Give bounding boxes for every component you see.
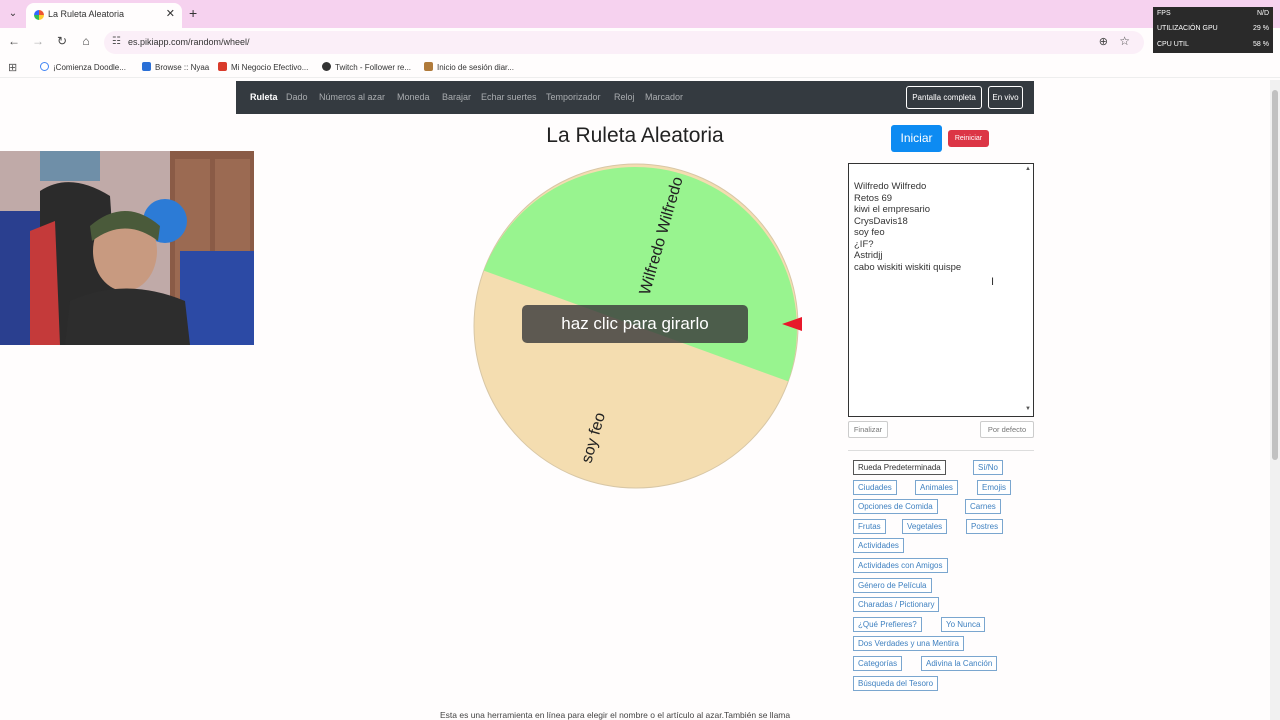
zoom-icon[interactable]: ⊕: [1099, 35, 1108, 48]
textarea-scroll-down-icon[interactable]: ▼: [1025, 406, 1031, 412]
preset-categorias[interactable]: Categorías: [853, 656, 903, 671]
page-title: La Ruleta Aleatoria: [546, 124, 724, 147]
preset-ciudades[interactable]: Ciudades: [853, 480, 897, 495]
preset-carnes[interactable]: Carnes: [965, 499, 1001, 514]
nav-link-ruleta[interactable]: Ruleta: [250, 92, 278, 102]
nav-link-moneda[interactable]: Moneda: [397, 92, 430, 102]
name-entry: Retos 69: [854, 192, 893, 204]
preset-que-prefieres[interactable]: ¿Qué Prefieres?: [853, 617, 922, 632]
tab-search-icon[interactable]: ⌄: [6, 7, 20, 21]
bookmark-item[interactable]: Inicio de sesión diar...: [424, 62, 514, 72]
perf-value: 58 %: [1253, 41, 1269, 48]
bookmark-item[interactable]: Twitch - Follower re...: [322, 62, 411, 72]
preset-actividades[interactable]: Actividades: [853, 538, 904, 553]
nav-link-barajar[interactable]: Barajar: [442, 92, 471, 102]
preset-actividades-amigos[interactable]: Actividades con Amigos: [853, 558, 948, 573]
bookmark-star-icon[interactable]: ☆: [1119, 34, 1130, 48]
tab-close-icon[interactable]: ✕: [166, 7, 175, 20]
bookmark-item[interactable]: Mi Negocio Efectivo...: [218, 62, 308, 72]
browser-tab[interactable]: La Ruleta Aleatoria ✕: [26, 3, 182, 28]
new-tab-icon[interactable]: +: [189, 5, 197, 21]
default-button[interactable]: Por defecto: [980, 421, 1034, 438]
nyaa-icon: [142, 62, 151, 71]
tab-title: La Ruleta Aleatoria: [48, 9, 125, 19]
name-entry: ¿IF?: [854, 238, 874, 250]
preset-dos-verdades[interactable]: Dos Verdades y una Mentira: [853, 636, 964, 651]
name-entry: soy feo: [854, 227, 885, 238]
preset-animales[interactable]: Animales: [915, 480, 958, 495]
name-entry: kiwi el empresario: [854, 204, 931, 215]
preset-adivina-cancion[interactable]: Adivina la Canción: [921, 656, 998, 671]
bookmark-item[interactable]: ¡Comienza Doodle...: [40, 62, 126, 72]
perf-label: UTILIZACIÓN GPU: [1157, 25, 1218, 32]
spin-prompt[interactable]: haz clic para girarlo: [522, 305, 748, 343]
text-cursor-icon: I: [991, 276, 995, 288]
names-textarea[interactable]: Wilfredo Wilfredo Retos 69 kiwi el empre…: [848, 163, 1034, 417]
preset-si-no[interactable]: Sí/No: [973, 460, 1004, 475]
webcam-image: [0, 151, 254, 345]
bookmark-label: ¡Comienza Doodle...: [53, 63, 126, 72]
perf-row: CPU UTIL 58 %: [1157, 41, 1269, 53]
finish-button[interactable]: Finalizar: [848, 421, 888, 438]
webcam-overlay: [0, 151, 254, 345]
url-text: es.pikiapp.com/random/wheel/: [128, 37, 250, 47]
name-entry: Wilfredo Wilfredo: [854, 181, 927, 192]
preset-busqueda-tesoro[interactable]: Búsqueda del Tesoro: [853, 676, 939, 691]
fullscreen-button[interactable]: Pantalla completa: [906, 86, 982, 109]
preset-rueda-predeterminada[interactable]: Rueda Predeterminada: [853, 460, 946, 475]
divider: [848, 450, 1034, 451]
perf-label: CPU UTIL: [1157, 41, 1189, 48]
perf-row: FPS N/D: [1157, 10, 1269, 22]
bookmark-item[interactable]: Browse :: Nyaa: [142, 62, 209, 72]
login-icon: [424, 62, 433, 71]
footer-description: Esta es una herramienta en línea para el…: [440, 710, 791, 720]
nav-link-numeros[interactable]: Números al azar: [319, 92, 385, 102]
preset-emojis[interactable]: Emojis: [977, 480, 1012, 495]
url-input[interactable]: ☷ es.pikiapp.com/random/wheel/ ⊕ ☆: [104, 31, 1144, 54]
site-navbar: Ruleta Dado Números al azar Moneda Baraj…: [236, 81, 1034, 114]
apps-grid-icon[interactable]: ⊞: [8, 61, 17, 74]
preset-postres[interactable]: Postres: [966, 519, 1004, 534]
bookmark-label: Browse :: Nyaa: [155, 63, 210, 72]
twitch-icon: [322, 62, 331, 71]
reload-icon[interactable]: ↻: [54, 34, 70, 48]
name-entry: cabo wiskiti wiskiti quispe: [854, 261, 962, 273]
name-entry: CrysDavis18: [854, 215, 908, 227]
home-icon[interactable]: ⌂: [78, 34, 94, 48]
address-bar: ← → ↻ ⌂ ☷ es.pikiapp.com/random/wheel/ ⊕…: [0, 28, 1280, 56]
textarea-scroll-up-icon[interactable]: ▲: [1025, 166, 1031, 172]
preset-vegetales[interactable]: Vegetales: [902, 519, 948, 534]
perf-value: N/D: [1256, 10, 1269, 17]
perf-row: UTILIZACIÓN GPU 29 %: [1157, 25, 1269, 37]
name-entry: Astridjj: [854, 250, 883, 261]
live-button[interactable]: En vivo: [988, 86, 1023, 109]
bookmark-label: Mi Negocio Efectivo...: [231, 63, 309, 72]
nav-link-reloj[interactable]: Reloj: [614, 92, 635, 102]
perf-value: 29 %: [1253, 25, 1269, 32]
performance-overlay: FPS N/D UTILIZACIÓN GPU 29 % CPU UTIL 58 %: [1153, 7, 1273, 53]
nav-link-echar-suertes[interactable]: Echar suertes: [481, 92, 537, 102]
nav-link-temporizador[interactable]: Temporizador: [546, 92, 601, 102]
nav-link-marcador[interactable]: Marcador: [645, 92, 683, 102]
forward-icon[interactable]: →: [30, 34, 46, 48]
site-info-icon[interactable]: ☷: [112, 36, 121, 47]
business-icon: [218, 62, 227, 71]
preset-yo-nunca[interactable]: Yo Nunca: [941, 617, 986, 632]
bookmarks-bar: ⊞ ¡Comienza Doodle... Browse :: Nyaa Mi …: [0, 56, 1280, 78]
browser-tab-bar: ⌄ La Ruleta Aleatoria ✕ +: [0, 0, 1280, 28]
bookmark-label: Inicio de sesión diar...: [437, 63, 514, 72]
preset-frutas[interactable]: Frutas: [853, 519, 886, 534]
page-scrollbar-thumb[interactable]: [1272, 90, 1278, 460]
site-favicon-icon: [34, 10, 44, 20]
nav-link-dado[interactable]: Dado: [286, 92, 308, 102]
back-icon[interactable]: ←: [6, 34, 22, 48]
preset-opciones-comida[interactable]: Opciones de Comida: [853, 499, 938, 514]
start-button[interactable]: Iniciar: [891, 125, 942, 152]
perf-label: FPS: [1157, 10, 1171, 17]
bookmark-label: Twitch - Follower re...: [335, 63, 412, 72]
preset-genero-pelicula[interactable]: Género de Película: [853, 578, 932, 593]
preset-charadas[interactable]: Charadas / Pictionary: [853, 597, 940, 612]
google-icon: [40, 62, 49, 71]
reset-button[interactable]: Reiniciar: [948, 130, 989, 147]
